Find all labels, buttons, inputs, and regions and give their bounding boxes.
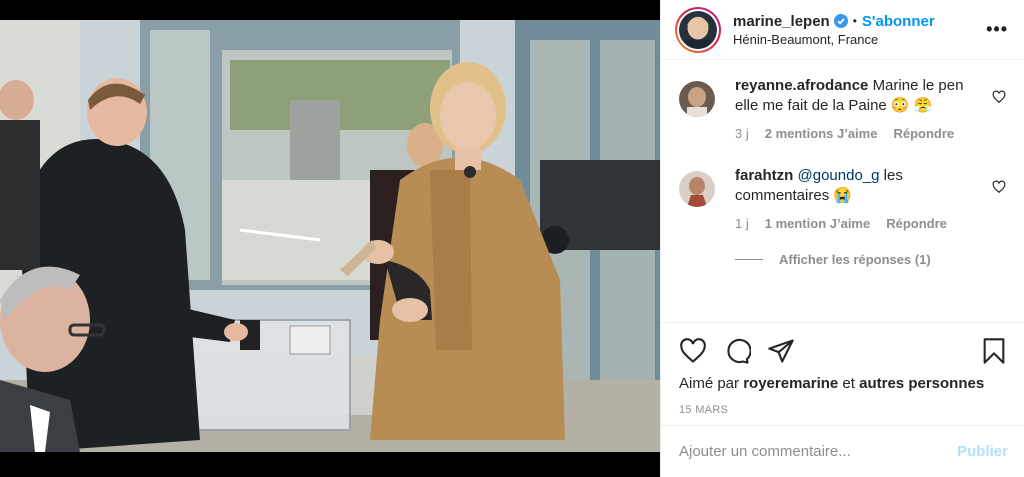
replies-divider [735, 259, 763, 260]
post-location[interactable]: Hénin-Beaumont, France [733, 32, 986, 47]
verified-icon [833, 14, 848, 28]
author-username[interactable]: marine_lepen [733, 13, 830, 30]
add-comment-bar: Publier [661, 425, 1024, 477]
comment-input[interactable] [679, 443, 958, 460]
commenter-avatar[interactable] [679, 81, 715, 117]
commenter-avatar[interactable] [679, 171, 715, 207]
comment-heart-icon[interactable] [992, 180, 1006, 194]
post-date[interactable]: 15 MARS [679, 404, 1008, 416]
comment-username[interactable]: reyanne.afrodance [735, 77, 868, 94]
likes-summary: Aimé par royeremarine et autres personne… [679, 375, 1008, 392]
liked-by-user[interactable]: royeremarine [743, 375, 838, 392]
header-separator: • [852, 14, 857, 28]
comment-username[interactable]: farahtzn [735, 167, 793, 184]
view-replies-button[interactable]: Afficher les réponses (1) [735, 252, 1008, 267]
reply-button[interactable]: Répondre [886, 214, 947, 234]
comment-time[interactable]: 3 j [735, 124, 749, 144]
instagram-post-modal: marine_lepen • S'abonner Hénin-Beaumont,… [0, 0, 1024, 477]
author-avatar[interactable] [675, 6, 721, 53]
bookmark-icon[interactable] [980, 337, 1008, 365]
liked-by-others[interactable]: autres personnes [859, 375, 984, 392]
reply-button[interactable]: Répondre [893, 124, 954, 144]
comment-icon[interactable] [723, 337, 752, 365]
follow-button[interactable]: S'abonner [862, 13, 935, 30]
liked-by-middle: et [838, 375, 860, 392]
post-actions: Aimé par royeremarine et autres personne… [661, 322, 1024, 416]
post-media[interactable] [0, 0, 660, 477]
share-icon[interactable] [767, 337, 795, 365]
comments-list: reyanne.afrodance Marine le pen elle me … [661, 60, 1024, 322]
comment-likes[interactable]: 1 mention J’aime [765, 214, 870, 234]
comment-item: farahtzn @goundo_g les commentaires 😭 1 … [679, 166, 1008, 234]
liked-by-prefix: Aimé par [679, 375, 744, 392]
comment-heart-icon[interactable] [992, 90, 1006, 104]
heart-icon[interactable] [679, 337, 707, 365]
comment-time[interactable]: 1 j [735, 214, 749, 234]
view-replies-label: Afficher les réponses (1) [779, 252, 931, 267]
more-icon[interactable]: ••• [986, 19, 1008, 40]
comment-mention[interactable]: @goundo_g [798, 167, 880, 184]
post-sidebar: marine_lepen • S'abonner Hénin-Beaumont,… [660, 0, 1024, 477]
post-photo [0, 20, 660, 452]
post-header: marine_lepen • S'abonner Hénin-Beaumont,… [661, 0, 1024, 60]
comment-likes[interactable]: 2 mentions J’aime [765, 124, 878, 144]
comment-item: reyanne.afrodance Marine le pen elle me … [679, 76, 1008, 144]
publish-button[interactable]: Publier [957, 443, 1008, 460]
